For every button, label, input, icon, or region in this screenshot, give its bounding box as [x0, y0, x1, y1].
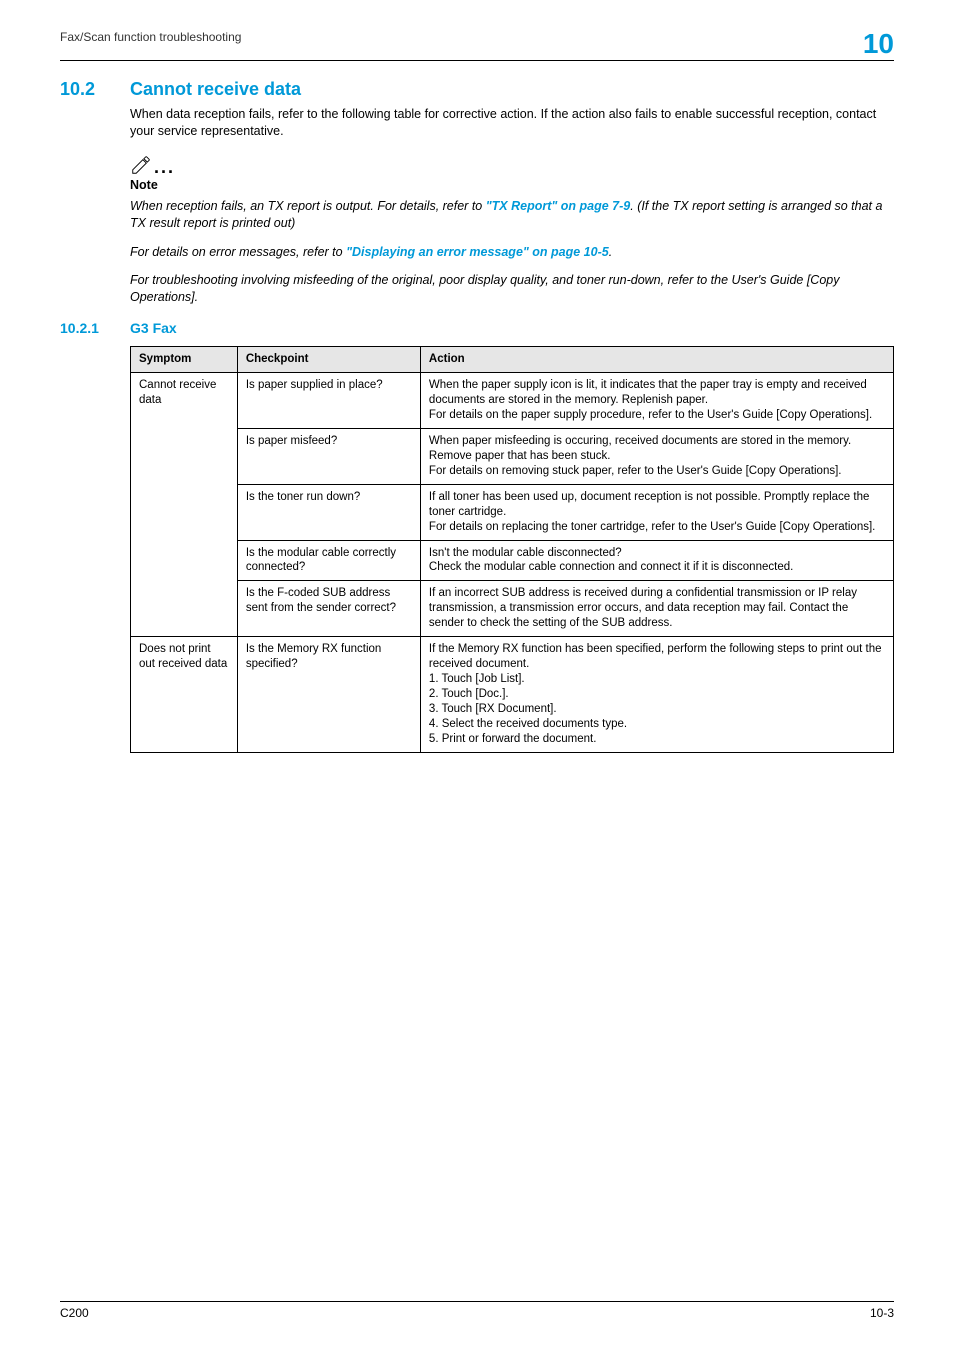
th-checkpoint: Checkpoint: [237, 347, 420, 373]
table-row: Does not print out received data Is the …: [131, 637, 894, 753]
error-message-link[interactable]: "Displaying an error message" on page 10…: [346, 245, 609, 259]
note-label: Note: [130, 178, 894, 192]
section-title-text: Cannot receive data: [130, 79, 301, 100]
intro-paragraph: When data reception fails, refer to the …: [130, 106, 894, 140]
table-row: Is the F-coded SUB address sent from the…: [131, 581, 894, 637]
subsection-heading: 10.2.1 G3 Fax: [60, 320, 894, 336]
note-icon: ...: [130, 154, 894, 176]
pencil-icon: [130, 154, 152, 176]
cell-checkpoint: Is paper misfeed?: [237, 428, 420, 484]
header-chapter-number: 10: [863, 30, 894, 58]
subsection-title-text: G3 Fax: [130, 320, 177, 336]
cell-action: If an incorrect SUB address is received …: [420, 581, 893, 637]
cell-action: When the paper supply icon is lit, it in…: [420, 373, 893, 429]
note-paragraph-1: When reception fails, an TX report is ou…: [130, 198, 894, 232]
table-row: Is the toner run down? If all toner has …: [131, 484, 894, 540]
page-header: Fax/Scan function troubleshooting 10: [60, 30, 894, 61]
footer-model: C200: [60, 1306, 89, 1320]
ellipsis-icon: ...: [154, 158, 175, 176]
section-number: 10.2: [60, 79, 130, 100]
table-row: Is paper misfeed? When paper misfeeding …: [131, 428, 894, 484]
note-paragraph-3: For troubleshooting involving misfeeding…: [130, 272, 894, 306]
cell-action: Isn't the modular cable disconnected? Ch…: [420, 540, 893, 581]
note-p1-text-a: When reception fails, an TX report is ou…: [130, 199, 486, 213]
table-header-row: Symptom Checkpoint Action: [131, 347, 894, 373]
cell-checkpoint: Is the modular cable correctly connected…: [237, 540, 420, 581]
page-footer: C200 10-3: [60, 1301, 894, 1320]
note-p2-text-a: For details on error messages, refer to: [130, 245, 346, 259]
tx-report-link[interactable]: "TX Report" on page 7-9: [486, 199, 631, 213]
cell-checkpoint: Is paper supplied in place?: [237, 373, 420, 429]
subsection-number: 10.2.1: [60, 320, 130, 336]
cell-checkpoint: Is the F-coded SUB address sent from the…: [237, 581, 420, 637]
cell-action: When paper misfeeding is occuring, recei…: [420, 428, 893, 484]
cell-symptom: Does not print out received data: [131, 637, 238, 753]
cell-checkpoint: Is the Memory RX function specified?: [237, 637, 420, 753]
th-symptom: Symptom: [131, 347, 238, 373]
cell-symptom: Cannot receive data: [131, 373, 238, 637]
header-section-title: Fax/Scan function troubleshooting: [60, 30, 241, 44]
cell-action: If the Memory RX function has been speci…: [420, 637, 893, 753]
troubleshooting-table: Symptom Checkpoint Action Cannot receive…: [130, 346, 894, 753]
note-paragraph-2: For details on error messages, refer to …: [130, 244, 894, 261]
cell-checkpoint: Is the toner run down?: [237, 484, 420, 540]
table-row: Is the modular cable correctly connected…: [131, 540, 894, 581]
th-action: Action: [420, 347, 893, 373]
table-row: Cannot receive data Is paper supplied in…: [131, 373, 894, 429]
footer-page-number: 10-3: [870, 1306, 894, 1320]
section-heading: 10.2 Cannot receive data: [60, 79, 894, 100]
note-p2-text-b: .: [609, 245, 612, 259]
cell-action: If all toner has been used up, document …: [420, 484, 893, 540]
